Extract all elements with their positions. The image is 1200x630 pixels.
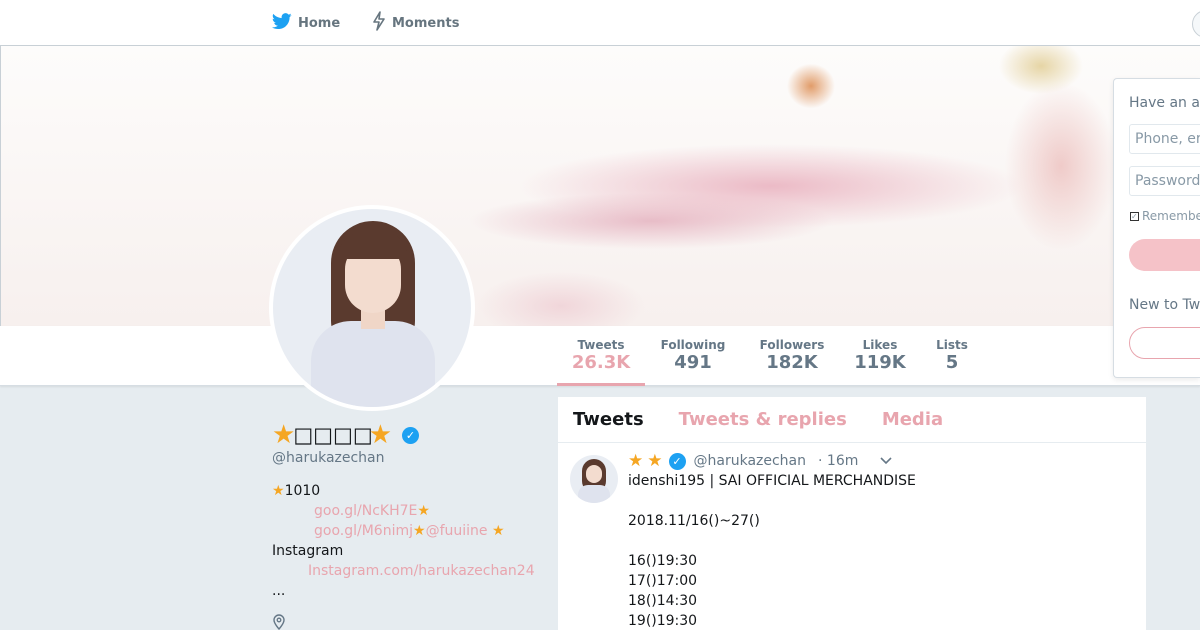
nav-moments-label: Moments [392,15,460,31]
star-icon: ★ [491,523,505,539]
profile-name[interactable]: ★ □□□□ ★ ✓ [272,420,419,450]
star-icon: ★ [417,503,430,519]
timeline: Tweets Tweets & replies Media [558,397,1146,630]
stat-value: 182K [766,352,818,373]
stat-tweets[interactable]: Tweets 26.3K [557,326,645,386]
profile-avatar[interactable] [269,205,475,411]
password-input[interactable]: Password [1129,166,1200,196]
top-navigation: Home Moments [0,0,1200,46]
login-dropdown: Have an a Phone, er Password ✓ Remembe N… [1113,78,1200,378]
bio-line: Instagram.com/harukazechan24 [272,561,542,581]
bio-line: goo.gl/NcKH7E★ [272,501,542,521]
stat-label: Following [660,338,726,352]
banner-illustration [1,46,1200,326]
nav-moments[interactable]: Moments [372,0,459,46]
profile-bio: ★1010 goo.gl/NcKH7E★ goo.gl/M6nimj★@fuui… [272,481,542,601]
avatar [273,209,471,407]
remember-me[interactable]: ✓ Remembe [1130,209,1200,223]
tab-tweets-replies[interactable]: Tweets & replies [679,409,847,430]
remember-label: Remembe [1142,209,1200,223]
bio-link[interactable]: goo.gl/NcKH7E [314,503,417,519]
stat-followers[interactable]: Followers 182K [750,326,834,386]
signup-prompt: New to Tw [1129,297,1200,313]
bio-text: 1010 [284,483,321,499]
stat-label: Lists [936,338,968,352]
star-icon: ★ [413,523,426,539]
tweet-avatar[interactable] [570,455,618,503]
bio-text: Instagram [272,543,344,559]
profile-stats-bar: Tweets 26.3K Following 491 Followers 182… [0,326,1200,386]
remember-checkbox[interactable]: ✓ [1130,211,1139,221]
star-icon: ★ [272,483,285,499]
tab-tweets[interactable]: Tweets [573,409,644,430]
profile-name-text: □□□□ [293,423,373,447]
bio-text: ... [272,583,286,599]
phone-email-input[interactable]: Phone, er [1129,124,1200,154]
stat-value: 491 [674,352,712,373]
tab-media[interactable]: Media [882,409,943,430]
stat-lists[interactable]: Lists 5 [926,326,978,386]
search-input[interactable] [1192,10,1200,38]
stat-label: Tweets [577,338,625,352]
bio-link[interactable]: Instagram.com/harukazechan24 [308,563,535,579]
tweet[interactable] [558,443,1146,503]
stat-value: 26.3K [571,352,631,373]
login-button[interactable] [1129,239,1200,271]
lightning-icon [372,11,386,35]
nav-home-label: Home [298,15,341,31]
timeline-tabs: Tweets Tweets & replies Media [558,397,1146,443]
stat-value: 119K [854,352,906,373]
stat-label: Followers [759,338,825,352]
signup-button[interactable] [1129,327,1200,359]
stat-likes[interactable]: Likes 119K [848,326,912,386]
bio-mention[interactable]: @fuuiine [426,523,488,539]
stat-following[interactable]: Following 491 [652,326,734,386]
twitter-bird-icon [271,12,292,34]
stat-label: Likes [862,338,898,352]
stat-value: 5 [945,352,959,373]
star-icon: ★ [272,420,296,450]
nav-home[interactable]: Home [271,0,341,46]
location-pin-icon [272,614,286,630]
profile-handle[interactable]: @harukazechan [272,450,385,466]
bio-link[interactable]: goo.gl/M6nimj [314,523,413,539]
bio-line: ★1010 [272,481,542,501]
bio-line: goo.gl/M6nimj★@fuuiine ★ [272,521,542,541]
verified-badge-icon: ✓ [402,426,419,444]
star-icon: ★ [368,420,392,450]
login-prompt: Have an a [1129,95,1200,111]
profile-banner [0,46,1200,326]
